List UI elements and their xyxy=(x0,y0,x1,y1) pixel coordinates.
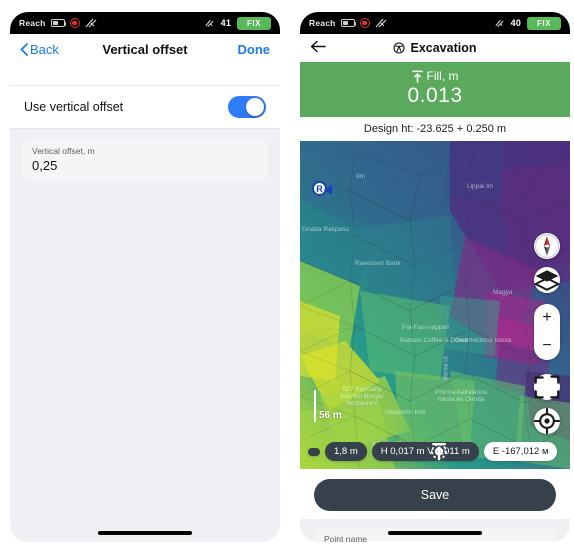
rover-position-marker[interactable]: R xyxy=(312,181,337,197)
status-bar: Reach 41 FIX xyxy=(10,12,280,34)
zoom-controls[interactable]: + − xyxy=(534,304,560,360)
home-indicator xyxy=(388,531,482,535)
satellite-count: 40 xyxy=(510,18,522,28)
zoom-out-button[interactable]: − xyxy=(534,332,560,360)
fix-status-badge: FIX xyxy=(237,16,271,30)
excavation-icon xyxy=(393,42,406,54)
save-button[interactable]: Save xyxy=(314,479,556,511)
save-button-area: Save xyxy=(300,469,570,519)
battery-icon xyxy=(50,19,67,27)
design-height-label: Design ht: -23.625 + 0.250 m xyxy=(300,117,570,141)
done-button[interactable]: Done xyxy=(238,42,271,57)
right-phone-screenshot: Reach 40 FIX Excavation Fill, m 0.013 De… xyxy=(300,12,570,542)
record-icon xyxy=(359,18,370,28)
excavation-map[interactable]: dm Gnaba Rakpasu Lippai Iin Ravessen Ban… xyxy=(300,141,570,469)
navigation-bar: Excavation xyxy=(300,34,570,62)
scale-bar-tick xyxy=(314,390,316,422)
back-arrow-button[interactable] xyxy=(310,40,326,56)
screenshot-stage: Reach 41 FIX Back Vertical offset Done U… xyxy=(0,0,574,550)
page-title-label: Excavation xyxy=(410,41,477,55)
back-button-label: Back xyxy=(30,41,59,57)
status-bar-left: Reach xyxy=(309,18,387,28)
satellite-icon xyxy=(205,19,214,28)
battery-icon xyxy=(340,19,357,27)
use-vertical-offset-label: Use vertical offset xyxy=(24,100,124,114)
map-scale-bar: 56 m xyxy=(314,390,342,422)
status-bar-left: Reach xyxy=(19,18,97,28)
page-title: Excavation xyxy=(300,41,570,55)
layers-button[interactable] xyxy=(534,267,560,293)
fit-bounds-button[interactable] xyxy=(534,374,560,400)
app-name-label: Reach xyxy=(309,18,336,28)
use-vertical-offset-row[interactable]: Use vertical offset xyxy=(10,86,280,129)
vertical-offset-field[interactable]: Vertical offset, m 0,25 xyxy=(22,139,268,181)
locate-me-button[interactable] xyxy=(534,408,560,434)
fill-banner-label: Fill, m xyxy=(426,69,459,83)
vertical-offset-value: 0,25 xyxy=(32,158,58,173)
left-phone-screenshot: Reach 41 FIX Back Vertical offset Done U… xyxy=(10,12,280,542)
map-status-chips: 1,8 m H 0,017 m V 0,011 m E -167,012 м xyxy=(308,442,570,461)
antenna-height-chip[interactable]: 1,8 m xyxy=(325,442,446,461)
status-bar-right: 41 FIX xyxy=(204,16,271,30)
point-name-caption: Point name xyxy=(324,534,367,542)
compass-button[interactable] xyxy=(534,233,560,259)
app-name-label: Reach xyxy=(19,18,46,28)
locate-icon xyxy=(534,408,560,434)
height-arrow-icon xyxy=(432,442,446,461)
toggle-knob xyxy=(246,98,264,116)
layers-icon xyxy=(534,270,560,291)
fill-banner: Fill, m 0.013 xyxy=(300,62,570,117)
settings-list: Use vertical offset Vertical offset, m 0… xyxy=(10,64,280,542)
use-vertical-offset-toggle[interactable] xyxy=(228,96,266,118)
record-icon xyxy=(69,18,80,28)
vertical-offset-caption: Vertical offset, m xyxy=(32,146,95,156)
satellite-icon xyxy=(495,19,504,28)
arrow-left-icon xyxy=(310,40,326,53)
fill-banner-value: 0.013 xyxy=(407,84,463,107)
scale-bar-label: 56 m xyxy=(319,410,342,421)
fix-status-badge: FIX xyxy=(527,16,561,30)
status-bar-right-phone: Reach 40 FIX xyxy=(300,12,570,34)
signal-icon xyxy=(375,18,386,28)
list-spacer-row xyxy=(10,64,280,86)
fill-arrow-icon xyxy=(411,70,423,83)
fit-bounds-icon xyxy=(534,375,560,399)
fill-banner-header: Fill, m xyxy=(300,69,570,83)
chevron-left-icon xyxy=(20,42,28,56)
status-bar-right: 40 FIX xyxy=(494,16,561,30)
back-button[interactable]: Back xyxy=(20,42,59,57)
satellite-count: 41 xyxy=(220,18,232,28)
navigation-bar: Back Vertical offset Done xyxy=(10,34,280,64)
compass-icon xyxy=(535,234,559,258)
zoom-in-button[interactable]: + xyxy=(534,304,560,332)
home-indicator xyxy=(98,531,192,535)
signal-icon xyxy=(85,18,96,28)
